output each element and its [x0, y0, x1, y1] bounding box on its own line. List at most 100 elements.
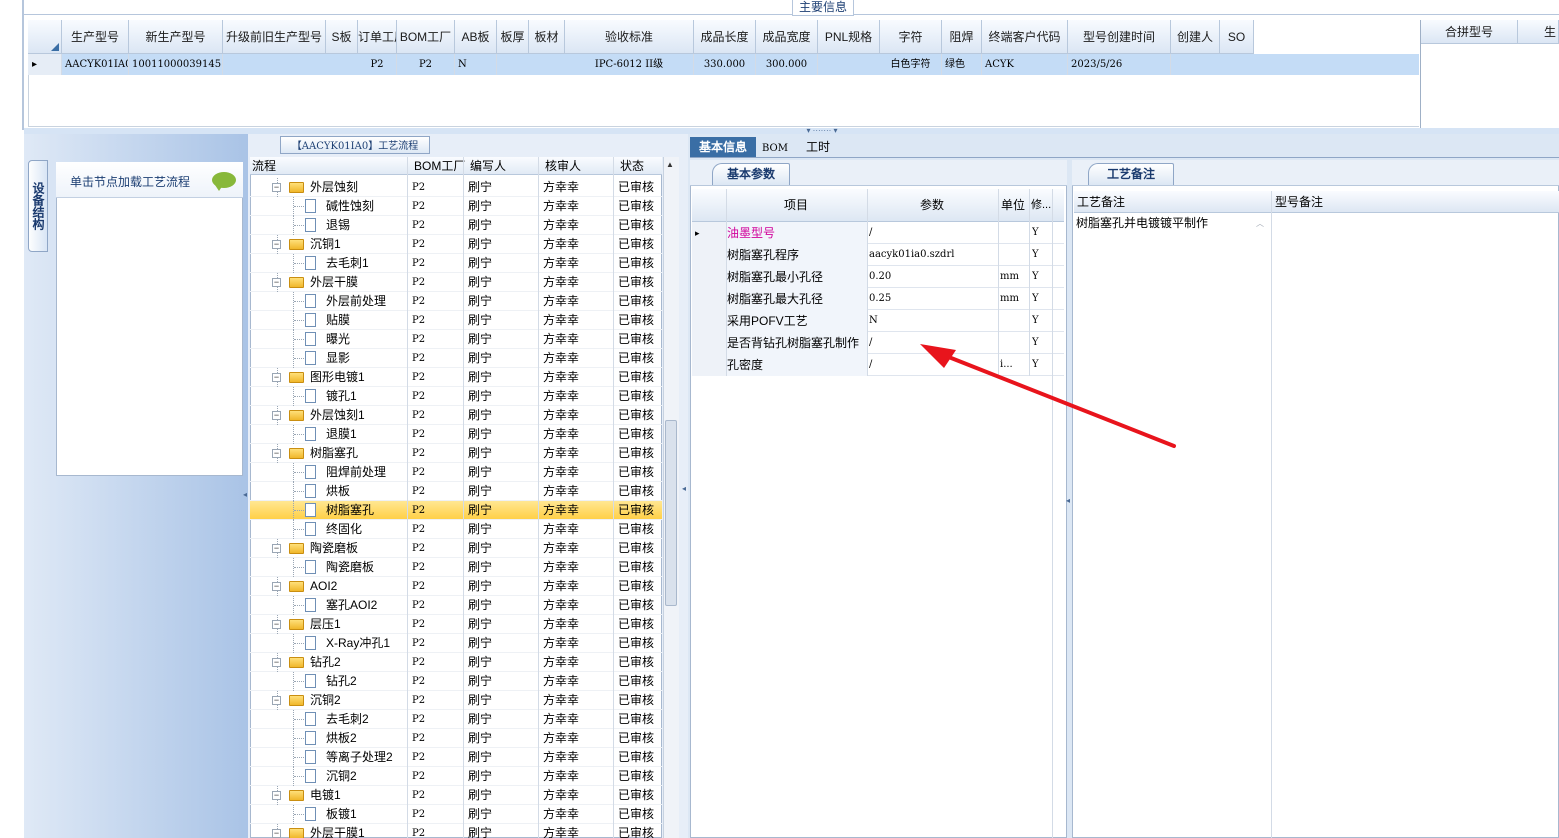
col-status[interactable]: 状态: [620, 157, 644, 175]
param-modify-flag[interactable]: Y: [1032, 244, 1052, 266]
tree-node[interactable]: − 外层蚀刻1 P2 刷宁 方幸幸 已审核: [250, 406, 662, 425]
param-modify-flag[interactable]: Y: [1032, 288, 1052, 310]
param-value[interactable]: 0.20: [869, 266, 997, 288]
tree-node[interactable]: 烘板2 P2 刷宁 方幸幸 已审核: [250, 729, 662, 748]
tree-node[interactable]: 塞孔AOI2 P2 刷宁 方幸幸 已审核: [250, 596, 662, 615]
param-col-item[interactable]: 项目: [784, 189, 808, 222]
expand-toggle-icon[interactable]: −: [272, 240, 281, 249]
tree-node[interactable]: − 外层干膜1 P2 刷宁 方幸幸 已审核: [250, 824, 662, 838]
param-row[interactable]: ▸ 油墨型号 / Y: [692, 222, 1064, 244]
tree-node[interactable]: 外层前处理 P2 刷宁 方幸幸 已审核: [250, 292, 662, 311]
expand-toggle-icon[interactable]: −: [272, 696, 281, 705]
expand-toggle-icon[interactable]: −: [272, 582, 281, 591]
main-cell[interactable]: 300.000: [756, 54, 818, 75]
expand-toggle-icon[interactable]: −: [272, 449, 281, 458]
tree-node[interactable]: 贴膜 P2 刷宁 方幸幸 已审核: [250, 311, 662, 330]
tab-basic-params[interactable]: 基本参数: [712, 163, 790, 185]
remark-col-process[interactable]: 工艺备注: [1077, 191, 1125, 213]
expand-toggle-icon[interactable]: −: [272, 544, 281, 553]
param-modify-flag[interactable]: Y: [1032, 266, 1052, 288]
main-col-header[interactable]: 生产型号: [62, 20, 129, 54]
expand-toggle-icon[interactable]: −: [272, 658, 281, 667]
tab-process-remarks[interactable]: 工艺备注: [1088, 163, 1174, 185]
scroll-up-icon[interactable]: ▲: [666, 160, 674, 169]
main-col-header[interactable]: S板: [326, 20, 358, 54]
param-value[interactable]: aacyk01ia0.szdrl: [869, 244, 997, 266]
main-col-header[interactable]: 成品长度: [694, 20, 756, 54]
main-col-header[interactable]: 升级前旧生产型号: [223, 20, 326, 54]
main-col-header[interactable]: 型号创建时间: [1068, 20, 1171, 54]
col-bom-factory[interactable]: BOM工厂: [414, 157, 465, 175]
main-col-header[interactable]: BOM工厂: [397, 20, 455, 54]
tree-node[interactable]: X-Ray冲孔1 P2 刷宁 方幸幸 已审核: [250, 634, 662, 653]
row-indicator[interactable]: [692, 288, 726, 310]
row-indicator[interactable]: [692, 266, 726, 288]
main-col-header[interactable]: 字符: [880, 20, 942, 54]
param-col-value[interactable]: 参数: [920, 189, 944, 222]
main-col-header[interactable]: 创建人: [1171, 20, 1220, 54]
right-splitter-grip[interactable]: ◂: [1066, 496, 1072, 560]
main-col-header[interactable]: 验收标准: [565, 20, 694, 54]
main-cell[interactable]: N: [455, 54, 497, 75]
tree-node[interactable]: 钻孔2 P2 刷宁 方幸幸 已审核: [250, 672, 662, 691]
main-grid-row[interactable]: ▸ AACYK01IA0 10011000039145 P2 P2 N IPC-6012 I…: [28, 54, 1419, 75]
expand-toggle-icon[interactable]: −: [272, 791, 281, 800]
row-indicator[interactable]: [692, 244, 726, 266]
tree-node[interactable]: 去毛刺2 P2 刷宁 方幸幸 已审核: [250, 710, 662, 729]
main-col-header[interactable]: SO: [1220, 20, 1254, 54]
expand-toggle-icon[interactable]: −: [272, 183, 281, 192]
device-structure-tab[interactable]: 设备结构: [28, 160, 48, 252]
param-col-unit[interactable]: 单位: [1001, 189, 1025, 222]
expand-toggle-icon[interactable]: −: [272, 411, 281, 420]
tree-node[interactable]: − 钻孔2 P2 刷宁 方幸幸 已审核: [250, 653, 662, 672]
main-cell[interactable]: AACYK01IA0: [62, 54, 129, 75]
process-remark-text[interactable]: 树脂塞孔并电镀镀平制作: [1076, 214, 1208, 231]
main-col-header[interactable]: 成品宽度: [756, 20, 818, 54]
tree-node[interactable]: 烘板 P2 刷宁 方幸幸 已审核: [250, 482, 662, 501]
tree-node[interactable]: − 沉铜1 P2 刷宁 方幸幸 已审核: [250, 235, 662, 254]
tree-node[interactable]: − 陶瓷磨板 P2 刷宁 方幸幸 已审核: [250, 539, 662, 558]
col-reviewer[interactable]: 核审人: [545, 157, 581, 175]
tab-work-hours[interactable]: 工时: [798, 137, 838, 157]
main-cell[interactable]: 10011000039145: [129, 54, 223, 75]
remark-scroll-icon[interactable]: ︿: [1256, 218, 1264, 229]
main-col-header[interactable]: AB板: [455, 20, 497, 54]
tree-node[interactable]: − 电镀1 P2 刷宁 方幸幸 已审核: [250, 786, 662, 805]
row-indicator[interactable]: ▸: [28, 54, 62, 75]
tree-node[interactable]: 退锡 P2 刷宁 方幸幸 已审核: [250, 216, 662, 235]
main-cell[interactable]: P2: [397, 54, 455, 75]
main-col-header[interactable]: 板厚: [497, 20, 529, 54]
main-col-header[interactable]: 板材: [529, 20, 565, 54]
merge-extra-header[interactable]: 生: [1518, 20, 1559, 44]
main-cell[interactable]: 2023/5/26: [1068, 54, 1171, 75]
main-col-header[interactable]: 终端客户代码: [982, 20, 1068, 54]
tree-node[interactable]: 树脂塞孔 P2 刷宁 方幸幸 已审核: [250, 501, 662, 520]
tree-node[interactable]: 阻焊前处理 P2 刷宁 方幸幸 已审核: [250, 463, 662, 482]
tree-node[interactable]: − 层压1 P2 刷宁 方幸幸 已审核: [250, 615, 662, 634]
tree-node[interactable]: 终固化 P2 刷宁 方幸幸 已审核: [250, 520, 662, 539]
row-indicator[interactable]: [692, 332, 726, 354]
tree-node[interactable]: 碱性蚀刻 P2 刷宁 方幸幸 已审核: [250, 197, 662, 216]
param-row[interactable]: 树脂塞孔最大孔径 0.25 mm Y: [692, 288, 1064, 310]
tab-basic-info[interactable]: 基本信息: [690, 137, 756, 157]
tree-node[interactable]: 曝光 P2 刷宁 方幸幸 已审核: [250, 330, 662, 349]
tree-node[interactable]: 退膜1 P2 刷宁 方幸幸 已审核: [250, 425, 662, 444]
main-col-header[interactable]: 新生产型号: [129, 20, 223, 54]
tree-scroll-thumb[interactable]: [665, 420, 677, 606]
main-cell[interactable]: P2: [358, 54, 397, 75]
tree-node[interactable]: − 外层干膜 P2 刷宁 方幸幸 已审核: [250, 273, 662, 292]
main-cell[interactable]: IPC-6012 II级: [565, 54, 694, 75]
expand-toggle-icon[interactable]: −: [272, 373, 281, 382]
row-indicator[interactable]: [692, 354, 726, 376]
param-row[interactable]: 树脂塞孔最小孔径 0.20 mm Y: [692, 266, 1064, 288]
main-col-header[interactable]: 阻焊: [942, 20, 982, 54]
param-modify-flag[interactable]: Y: [1032, 222, 1052, 244]
tree-node[interactable]: − 树脂塞孔 P2 刷宁 方幸幸 已审核: [250, 444, 662, 463]
row-indicator[interactable]: ▸: [692, 222, 726, 244]
tree-node[interactable]: 等离子处理2 P2 刷宁 方幸幸 已审核: [250, 748, 662, 767]
tree-node[interactable]: − 图形电镀1 P2 刷宁 方幸幸 已审核: [250, 368, 662, 387]
param-col-modify[interactable]: 修...: [1031, 189, 1051, 222]
param-value[interactable]: 0.25: [869, 288, 997, 310]
col-flow[interactable]: 流程: [252, 157, 276, 175]
main-col-header[interactable]: 订单工厂: [358, 20, 397, 54]
